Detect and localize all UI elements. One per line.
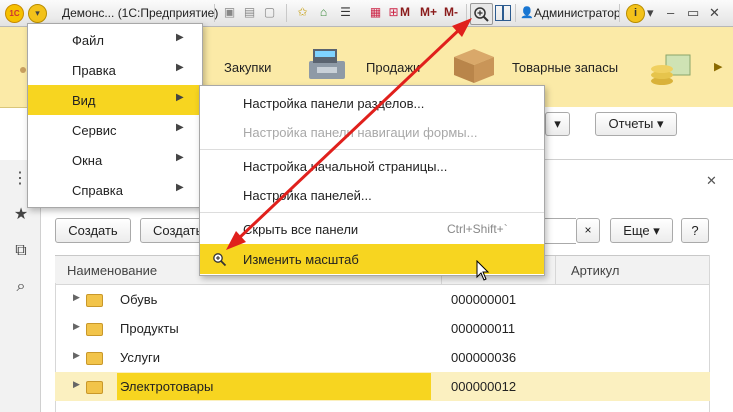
annotation-arrow (226, 18, 472, 250)
mouse-cursor-icon (476, 260, 490, 281)
